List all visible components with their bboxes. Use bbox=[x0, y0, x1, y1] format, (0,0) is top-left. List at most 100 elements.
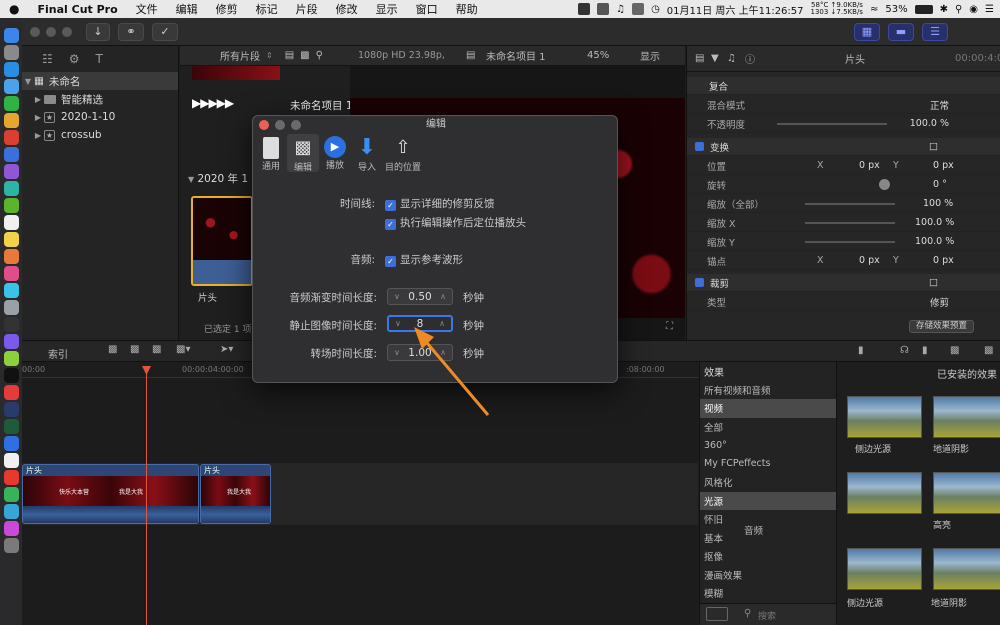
reference-waveform-option[interactable]: ✓ 显示参考波形 bbox=[385, 252, 463, 267]
library-item-event-2[interactable]: ▶ ★ crossub bbox=[22, 126, 178, 144]
tab-import[interactable]: ⬇ 导入 bbox=[351, 134, 383, 174]
search-icon[interactable]: ⚲ bbox=[316, 50, 323, 61]
titles-icon[interactable]: T bbox=[96, 52, 103, 66]
app-icon-gray[interactable] bbox=[3, 300, 19, 315]
finder-icon[interactable] bbox=[3, 28, 19, 43]
fx-category[interactable]: 光源 bbox=[700, 491, 836, 510]
fx-category[interactable]: 全部 bbox=[700, 418, 836, 437]
transform-onscreen-icon[interactable]: □ bbox=[929, 141, 938, 152]
keywords-button[interactable]: ⚭ bbox=[118, 23, 144, 41]
insert-clip-icon[interactable]: ▩ bbox=[130, 344, 139, 355]
app-icon-green[interactable] bbox=[3, 198, 19, 213]
crop-onscreen-icon[interactable]: □ bbox=[929, 277, 938, 288]
disclosure-right-icon[interactable]: ▶ bbox=[32, 95, 44, 104]
battery-icon[interactable] bbox=[914, 4, 933, 14]
app-icon-pink[interactable] bbox=[3, 266, 19, 281]
fx-category[interactable]: 所有视频和音频 bbox=[700, 381, 836, 400]
blend-mode-row[interactable]: 混合模式 正常 bbox=[687, 96, 1000, 114]
tab-playback[interactable]: ▶ 播放 bbox=[319, 134, 351, 172]
close-window-button[interactable] bbox=[30, 27, 40, 37]
menu-clip[interactable]: 片段 bbox=[287, 1, 327, 17]
fx-category[interactable]: 怀旧 bbox=[700, 510, 836, 529]
fx-category[interactable]: My FCPeffects bbox=[700, 455, 836, 474]
chevron-up-icon[interactable]: ∧ bbox=[440, 292, 446, 301]
rotation-dial-icon[interactable] bbox=[879, 179, 890, 190]
app-icon-dark[interactable] bbox=[3, 317, 19, 332]
detailed-trim-checkbox[interactable]: ✓ bbox=[385, 200, 396, 211]
headphones-icon[interactable]: ☊ bbox=[900, 345, 909, 356]
fx-category[interactable]: 抠像 bbox=[700, 547, 836, 566]
rotation-row[interactable]: 旋转 0 ° bbox=[687, 176, 1000, 194]
skimming-icon[interactable]: ▮ bbox=[858, 345, 864, 356]
s-app-icon[interactable] bbox=[578, 3, 591, 15]
trash-icon[interactable] bbox=[3, 538, 19, 553]
clip-filter-menu[interactable]: 所有片段 bbox=[220, 48, 260, 63]
playhead[interactable] bbox=[146, 368, 147, 625]
fx-category[interactable]: 视频 bbox=[700, 399, 836, 418]
mail-icon[interactable] bbox=[3, 79, 19, 94]
music-icon[interactable]: ♫ bbox=[616, 4, 625, 15]
position-row[interactable]: 位置 X 0 px Y 0 px bbox=[687, 157, 1000, 175]
audio-fade-stepper[interactable]: ∨ 0.50 ∧ bbox=[387, 288, 453, 305]
fx-category[interactable]: 模糊 bbox=[700, 584, 836, 603]
show-timeline-button[interactable]: ▬ bbox=[888, 23, 914, 41]
overwrite-clip-icon[interactable]: ▩▾ bbox=[176, 344, 190, 355]
clock-icon[interactable]: ◷ bbox=[651, 4, 660, 15]
fx-thumb[interactable] bbox=[933, 472, 1000, 514]
video-inspector-icon[interactable]: ▤ bbox=[695, 53, 704, 64]
blend-mode-select[interactable]: 正常 bbox=[930, 98, 949, 112]
minimize-window-button[interactable] bbox=[46, 27, 56, 37]
save-preset-button[interactable]: 存储效果预置 bbox=[909, 320, 975, 333]
fullscreen-icon[interactable]: ⛶ bbox=[666, 321, 673, 332]
color-inspector-icon[interactable]: ▼ bbox=[711, 53, 719, 64]
effects-search-input[interactable]: 搜索 bbox=[758, 609, 776, 622]
app-icon-lime[interactable] bbox=[3, 351, 19, 366]
crop-type-row[interactable]: 类型 修剪 bbox=[687, 293, 1000, 311]
anchor-row[interactable]: 锚点 X 0 px Y 0 px bbox=[687, 252, 1000, 270]
disclosure-right-icon[interactable]: ▶ bbox=[32, 113, 44, 122]
view-menu[interactable]: 显示 bbox=[640, 48, 660, 63]
app-icon-red[interactable] bbox=[3, 130, 19, 145]
import-button[interactable]: ↓ bbox=[86, 23, 110, 41]
audio-inspector-icon[interactable]: ♫ bbox=[727, 53, 736, 64]
menu-trim[interactable]: 修剪 bbox=[207, 1, 247, 17]
weibo-icon[interactable] bbox=[3, 470, 19, 485]
scale-x-row[interactable]: 缩放 X 100.0 % bbox=[687, 214, 1000, 232]
opacity-row[interactable]: 不透明度 100.0 % bbox=[687, 115, 1000, 133]
photos-icon[interactable]: ⚙ bbox=[69, 52, 80, 66]
fx-thumb[interactable] bbox=[933, 548, 1000, 590]
position-playhead-option[interactable]: ✓ 执行编辑操作后定位播放头 bbox=[385, 215, 526, 230]
apple-menu-icon[interactable]: ● bbox=[0, 2, 28, 16]
disclosure-down-icon[interactable]: ▼ bbox=[188, 175, 194, 184]
dialog-close-button[interactable] bbox=[259, 120, 269, 130]
reference-waveform-checkbox[interactable]: ✓ bbox=[385, 256, 396, 267]
film-icon[interactable]: ▩ bbox=[300, 50, 309, 61]
app-icon-darkgreen[interactable] bbox=[3, 419, 19, 434]
fx-category[interactable]: 风格化 bbox=[700, 473, 836, 492]
bluetooth-icon[interactable]: ✱ bbox=[940, 4, 948, 15]
zoom-window-button[interactable] bbox=[62, 27, 72, 37]
fx-thumb[interactable] bbox=[847, 548, 922, 590]
scale-y-slider[interactable] bbox=[805, 240, 895, 243]
snapping-icon[interactable]: ▩ bbox=[950, 345, 959, 356]
libraries-icon[interactable]: ☷ bbox=[42, 52, 53, 66]
vivaldi-icon[interactable] bbox=[3, 385, 19, 400]
fx-audio-label[interactable]: 音频 bbox=[744, 523, 763, 537]
menu-help[interactable]: 帮助 bbox=[447, 1, 487, 17]
search-icon[interactable]: ⚲ bbox=[955, 4, 962, 15]
wechat-icon[interactable] bbox=[3, 96, 19, 111]
wifi-icon[interactable]: ≈ bbox=[870, 4, 878, 15]
list-icon[interactable]: ☰ bbox=[985, 4, 994, 15]
solo-icon[interactable]: ▮ bbox=[922, 345, 928, 356]
crop-checkbox[interactable] bbox=[695, 277, 704, 287]
scale-y-row[interactable]: 缩放 Y 100.0 % bbox=[687, 233, 1000, 251]
fx-category[interactable]: 360° bbox=[700, 436, 836, 455]
menu-app[interactable]: Final Cut Pro bbox=[28, 3, 126, 16]
project-name[interactable]: 未命名项目 1 bbox=[290, 98, 353, 113]
timeline-clip-2[interactable]: 片头 我是大我 bbox=[200, 464, 271, 524]
menu-window[interactable]: 窗口 bbox=[407, 1, 447, 17]
menu-file[interactable]: 文件 bbox=[127, 1, 167, 17]
scale-all-slider[interactable] bbox=[805, 202, 895, 205]
safari-icon[interactable] bbox=[3, 62, 19, 77]
app-icon-orange[interactable] bbox=[3, 249, 19, 264]
